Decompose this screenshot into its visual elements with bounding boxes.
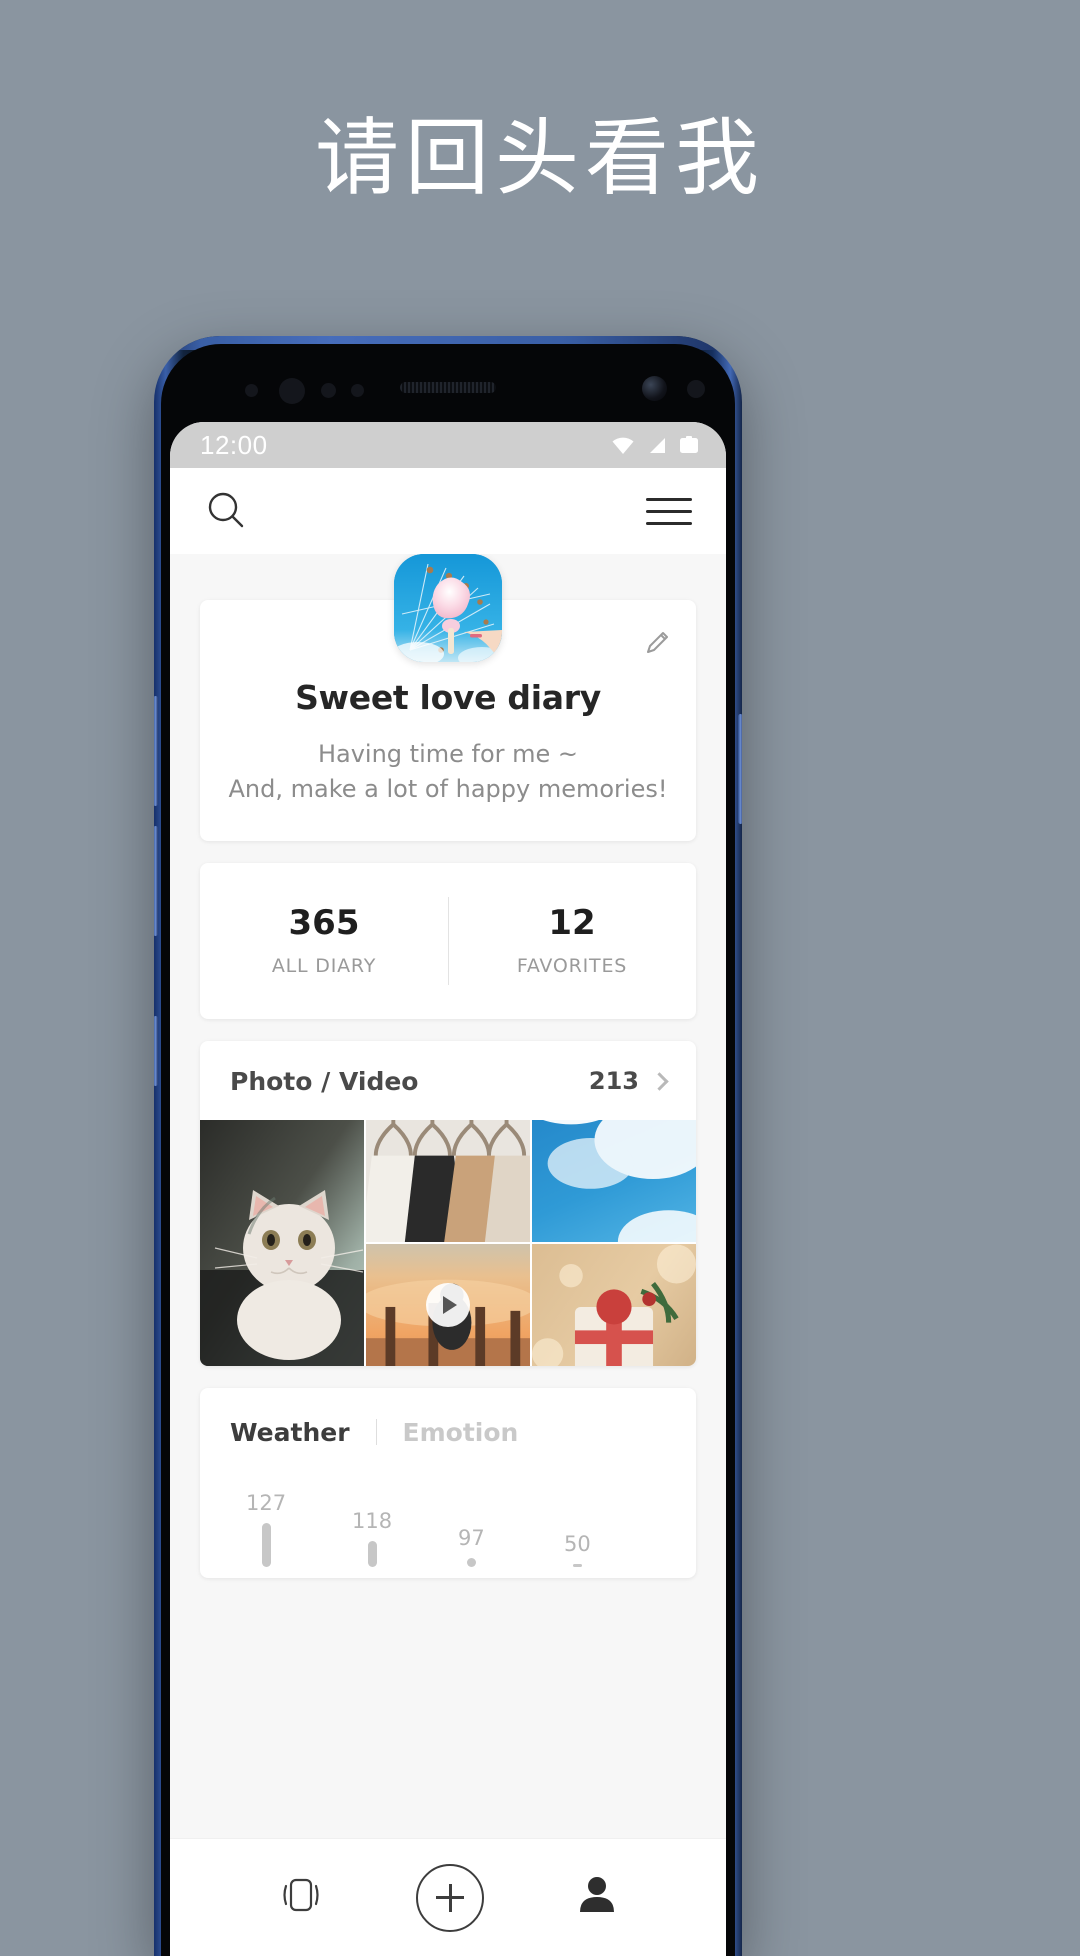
device-bezel: 12:00 Sweet love diary Having time for m… xyxy=(161,344,735,1956)
stats-card: 365 ALL DIARY 12 FAVORITES xyxy=(200,862,696,1019)
menu-line-1 xyxy=(646,497,692,501)
menu-line-2 xyxy=(646,509,692,513)
sensor-row xyxy=(161,372,735,414)
tab-emotion[interactable]: Emotion xyxy=(403,1418,519,1447)
photo-video-title: Photo / Video xyxy=(230,1066,419,1096)
status-bar: 12:00 xyxy=(170,422,726,468)
stat-favorites[interactable]: 12 FAVORITES xyxy=(448,896,696,985)
weather-bar-chart: 127 118 97 50 xyxy=(230,1477,666,1567)
phone-screen: 12:00 Sweet love diary Having time for m… xyxy=(170,422,726,1956)
wifi-icon xyxy=(612,437,634,454)
weather-emotion-card: Weather Emotion 127 118 97 50 xyxy=(200,1387,696,1578)
signal-icon xyxy=(650,437,665,453)
menu-line-3 xyxy=(646,521,692,525)
chart-bar-2: 97 xyxy=(458,1526,485,1567)
iris-scanner-icon xyxy=(279,378,305,404)
profile-subtitle: Having time for me ~ And, make a lot of … xyxy=(224,737,672,807)
chart-bar-3: 50 xyxy=(564,1532,591,1567)
power-button[interactable] xyxy=(738,714,742,824)
assistant-button[interactable] xyxy=(154,1016,158,1086)
battery-icon xyxy=(680,436,698,453)
weather-emotion-tabs: Weather Emotion xyxy=(230,1418,666,1447)
profile-name: Sweet love diary xyxy=(295,678,601,717)
media-tile-clouds[interactable] xyxy=(532,1119,696,1242)
photo-video-count: 213 xyxy=(588,1067,639,1096)
earpiece-speaker xyxy=(400,382,496,393)
sensor-dot-1 xyxy=(245,384,258,397)
volume-up-button[interactable] xyxy=(154,696,158,806)
stat-label: ALL DIARY xyxy=(271,954,377,977)
media-tile-cat[interactable] xyxy=(200,1119,364,1366)
status-icons xyxy=(610,435,700,455)
front-camera-icon xyxy=(642,376,667,401)
cards-icon[interactable] xyxy=(274,1870,328,1925)
chart-bar-fill xyxy=(367,1540,377,1567)
chart-bar-1: 118 xyxy=(352,1509,392,1567)
media-tile-gift[interactable] xyxy=(532,1243,696,1366)
media-tile-beach-sunset[interactable] xyxy=(366,1243,530,1366)
avatar[interactable] xyxy=(394,554,502,662)
phone-device-frame: 12:00 Sweet love diary Having time for m… xyxy=(154,336,742,1956)
profile-subtitle-line1: Having time for me ~ xyxy=(317,740,579,768)
media-tile-hangers[interactable] xyxy=(366,1119,530,1242)
sensor-dot-2 xyxy=(321,383,336,398)
stat-label: FAVORITES xyxy=(516,954,628,977)
profile-icon[interactable] xyxy=(572,1870,622,1925)
stat-value: 12 xyxy=(548,902,596,943)
bottom-navigation-bar xyxy=(170,1838,726,1956)
chart-bar-fill xyxy=(261,1522,271,1567)
chevron-right-icon xyxy=(650,1071,669,1091)
chart-bar-label: 127 xyxy=(246,1490,287,1515)
volume-down-button[interactable] xyxy=(154,826,158,936)
promo-headline: 请回头看我 xyxy=(314,109,765,207)
photo-video-header[interactable]: Photo / Video 213 xyxy=(200,1041,696,1120)
stat-value: 365 xyxy=(288,902,360,943)
tab-weather[interactable]: Weather xyxy=(230,1418,350,1447)
app-scroll-body[interactable]: Sweet love diary Having time for me ~ An… xyxy=(170,554,726,1838)
stat-all-diary[interactable]: 365 ALL DIARY xyxy=(200,903,448,977)
app-header xyxy=(170,468,726,554)
profile-subtitle-line2: And, make a lot of happy memories! xyxy=(228,774,668,803)
chart-bar-fill xyxy=(572,1563,582,1567)
chart-bar-label: 50 xyxy=(564,1531,591,1556)
profile-section: Sweet love diary Having time for me ~ An… xyxy=(200,554,696,841)
sensor-dot-3 xyxy=(351,384,364,397)
search-icon[interactable] xyxy=(204,489,248,533)
video-play-icon[interactable] xyxy=(426,1282,470,1327)
chart-bar-label: 118 xyxy=(352,1508,393,1533)
add-fab[interactable] xyxy=(416,1863,484,1932)
chart-bar-fill xyxy=(466,1557,476,1567)
tab-divider xyxy=(375,1419,377,1446)
photo-video-more[interactable]: 213 xyxy=(588,1067,669,1096)
hamburger-menu-icon[interactable] xyxy=(646,497,692,525)
proximity-sensor-icon xyxy=(687,380,705,398)
chart-bar-label: 97 xyxy=(458,1525,485,1550)
photo-video-card: Photo / Video 213 xyxy=(200,1040,696,1366)
status-time: 12:00 xyxy=(200,429,268,460)
pencil-edit-icon[interactable] xyxy=(640,626,674,660)
chart-bar-0: 127 xyxy=(246,1491,286,1567)
media-grid xyxy=(200,1119,696,1366)
